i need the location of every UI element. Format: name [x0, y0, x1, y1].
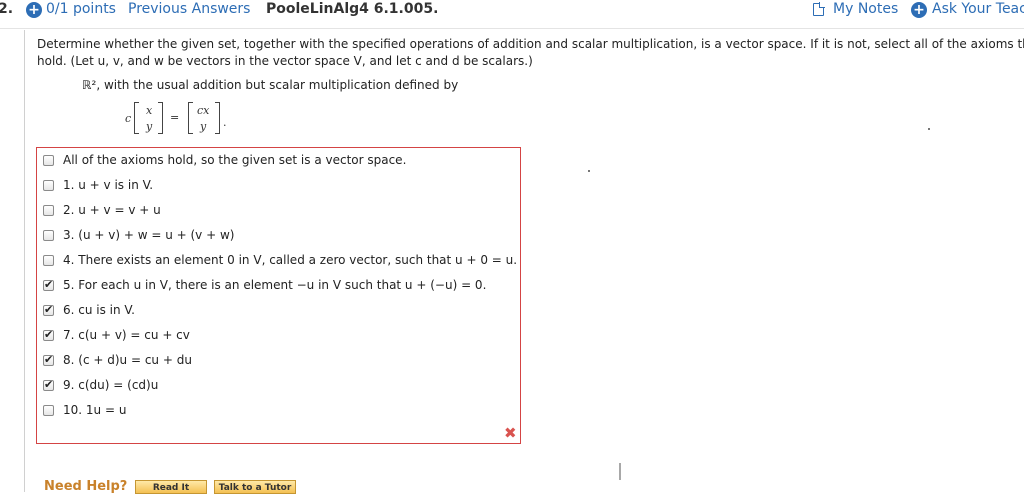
option-label: 1. u + v is in V. [63, 178, 154, 192]
checkbox[interactable] [43, 405, 54, 416]
formula-scalar: c [125, 112, 132, 125]
right-bracket-close [215, 102, 220, 134]
option-label: 8. (c + d)u = cu + du [63, 353, 192, 367]
points-link[interactable]: 0/1 points [46, 1, 116, 17]
checkbox-checked[interactable] [43, 278, 54, 291]
formula-right-bottom: y [200, 120, 207, 133]
option-label: 2. u + v = v + u [63, 203, 161, 217]
question-divider [24, 30, 25, 492]
ask-teacher-link[interactable]: Ask Your Teac [932, 1, 1024, 17]
checkbox[interactable] [43, 230, 54, 241]
checkbox[interactable] [43, 205, 54, 216]
checkbox-checked[interactable] [43, 353, 54, 366]
formula-left-bottom: y [146, 120, 153, 133]
prompt-line-1: Determine whether the given set, togethe… [37, 37, 1024, 51]
stray-dot [588, 170, 590, 172]
option-label: All of the axioms hold, so the given set… [63, 153, 407, 167]
prompt-line-2: hold. (Let u, v, and w be vectors in the… [37, 54, 533, 68]
question-number: 2. [0, 1, 14, 17]
formula-equals: = [170, 111, 180, 124]
incorrect-icon: ✖ [504, 424, 517, 442]
right-bracket-open [188, 102, 193, 134]
checkbox[interactable] [43, 155, 54, 166]
ask-plus-icon[interactable]: + [911, 2, 927, 18]
formula-right-top: cx [197, 104, 210, 117]
checkbox-checked[interactable] [43, 378, 54, 391]
plus-circle-icon[interactable]: + [26, 2, 42, 18]
checkbox[interactable] [43, 180, 54, 191]
my-notes-link[interactable]: My Notes [833, 1, 898, 17]
question-prompt: Determine whether the given set, togethe… [37, 36, 1024, 70]
set-description: ℝ², with the usual addition but scalar m… [82, 78, 459, 92]
option-label: 4. There exists an element 0 in V, calle… [63, 253, 518, 267]
stray-dot [928, 128, 930, 130]
question-identifier: PooleLinAlg4 6.1.005. [266, 1, 439, 17]
checkbox-checked[interactable] [43, 303, 54, 316]
option-label: 6. cu is in V. [63, 303, 135, 317]
previous-answers-link[interactable]: Previous Answers [128, 1, 250, 17]
scalar-multiplication-formula: c x y = cx y . [125, 102, 245, 136]
option-label: 3. (u + v) + w = u + (v + w) [63, 228, 235, 242]
option-label: 9. c(du) = (cd)u [63, 378, 159, 392]
checkbox[interactable] [43, 255, 54, 266]
option-label: 7. c(u + v) = cu + cv [63, 328, 190, 342]
checkbox-checked[interactable] [43, 328, 54, 341]
option-label: 5. For each u in V, there is an element … [63, 278, 487, 292]
formula-left-top: x [146, 104, 153, 117]
notes-icon[interactable] [813, 2, 825, 16]
question-header: 2. + 0/1 points Previous Answers PooleLi… [0, 0, 1024, 29]
divider-mark [619, 463, 621, 480]
left-bracket-close [158, 102, 163, 134]
option-label: 10. 1u = u [63, 403, 127, 417]
formula-period: . [223, 116, 227, 129]
left-bracket-open [134, 102, 139, 134]
